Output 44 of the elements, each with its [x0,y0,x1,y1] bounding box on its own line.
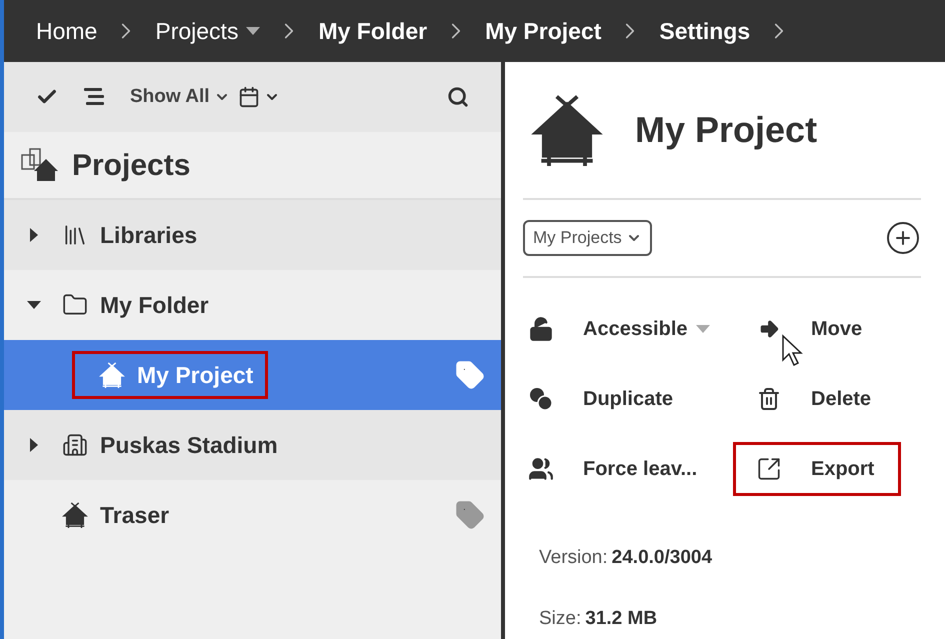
project-hut-icon [531,94,603,166]
calendar-icon [238,86,260,108]
tree-item[interactable]: My Project [4,340,501,410]
breadcrumb-link[interactable]: My Project [485,14,602,48]
tree-item-label: Traser [100,500,170,530]
filter-dropdown[interactable]: Show All [130,82,230,112]
project-icon [99,362,125,388]
building-icon [62,432,88,458]
breadcrumb-link[interactable]: Home [36,14,98,48]
info-value: 31.2 MB [585,606,658,630]
export-icon [756,456,782,482]
group-select[interactable]: My Projects [523,220,652,256]
tree-item-label: Puskas Stadium [100,430,278,460]
action-button[interactable]: Force leav... [523,442,698,496]
tree-item-label: Libraries [100,220,198,250]
list-icon[interactable] [82,86,106,108]
info-label: Version: [539,546,608,570]
info-label: Size: [539,606,582,630]
action-button[interactable]: Move [751,302,862,356]
project-title: My Project [635,108,818,152]
project-icon [62,502,88,528]
trash-icon [757,387,781,411]
action-button[interactable]: Duplicate [523,372,674,426]
tree-item[interactable]: Puskas Stadium [4,410,501,480]
unlocked-padlock-icon [528,316,554,342]
tree-item-label: My Project [137,360,254,390]
breadcrumb-link[interactable]: Settings [659,14,750,48]
caret-icon [246,27,260,35]
info-value: 24.0.0/3004 [612,546,712,570]
action-button[interactable]: Accessible [523,302,710,356]
search-icon[interactable] [447,86,469,108]
tree-item-label: My Folder [100,290,209,320]
sidebar-title: Projects [72,148,190,184]
calendar-dropdown[interactable] [238,86,280,108]
action-button[interactable]: Export [733,442,902,496]
duplicate-icon [528,386,554,412]
arrow-icon [758,318,780,340]
cursor-icon [781,334,805,368]
action-button[interactable]: Delete [751,372,872,426]
add-circle-icon[interactable] [885,220,921,256]
breadcrumb-link[interactable]: My Folder [318,14,428,48]
tree-item[interactable]: Libraries [4,200,501,270]
breadcrumb-link[interactable]: Projects [155,14,260,48]
users-icon [528,456,554,482]
